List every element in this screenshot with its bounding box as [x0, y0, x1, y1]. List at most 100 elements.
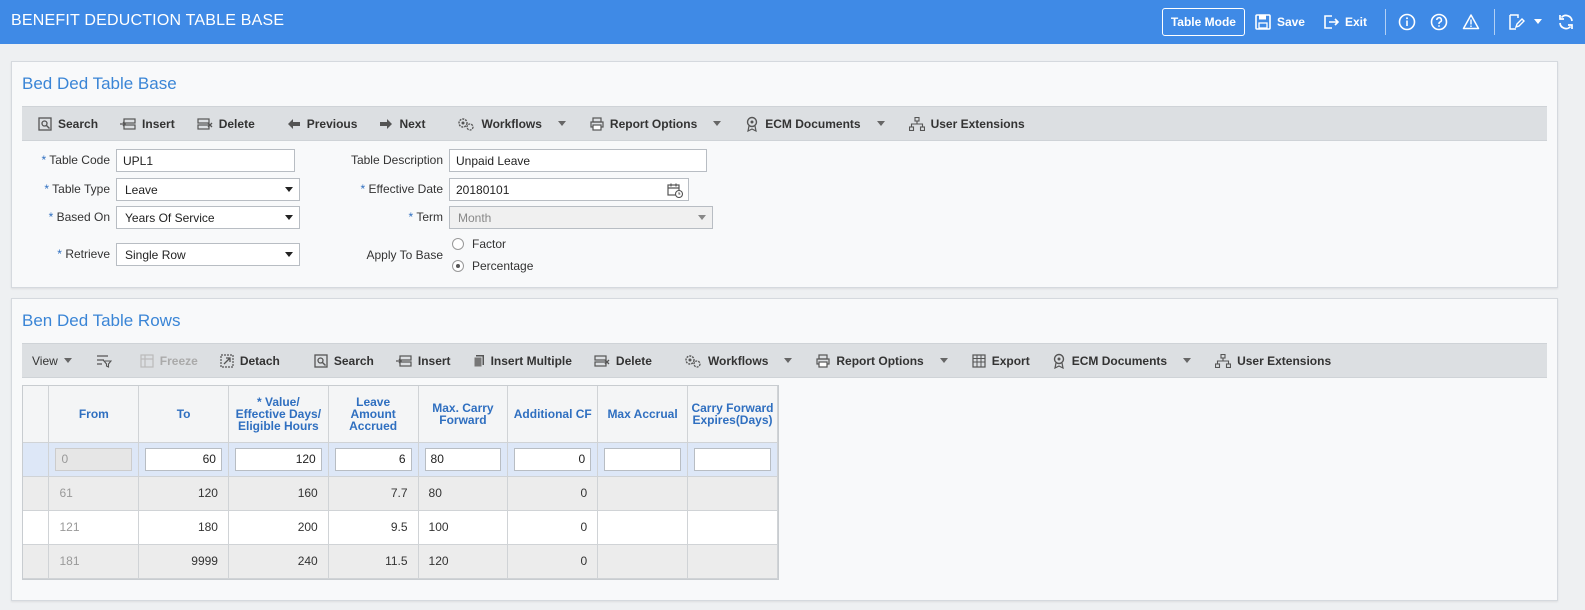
cf-expires-input[interactable]: [693, 447, 771, 471]
cell-leave-amount: 9.5: [328, 510, 419, 545]
column-header-label: To: [176, 406, 191, 421]
table-type-select[interactable]: Leave: [116, 178, 300, 201]
report-options-button[interactable]: Report Options: [816, 353, 924, 368]
table-description-input[interactable]: Unpaid Leave: [449, 149, 707, 172]
chevron-down-icon[interactable]: [1533, 18, 1543, 26]
table-mode-button[interactable]: Table Mode: [1161, 8, 1245, 36]
ecm-documents-dropdown-caret[interactable]: [876, 121, 885, 126]
warning-icon[interactable]: [1462, 13, 1480, 31]
max-accrual-input[interactable]: [604, 447, 681, 471]
report-options-dropdown-caret[interactable]: [713, 121, 722, 126]
cell-additional-cf: 0: [507, 510, 599, 545]
detach-button[interactable]: Detach: [220, 354, 280, 368]
insert-multiple-icon: [473, 354, 484, 367]
cell-cf-expires: [687, 476, 779, 511]
save-button[interactable]: Save: [1255, 14, 1305, 30]
report-options-label: Report Options: [836, 353, 924, 368]
column-header-leave-amount[interactable]: Leave Amount Accrued: [328, 386, 419, 443]
value-input[interactable]: 120: [234, 447, 322, 471]
user-extensions-button[interactable]: User Extensions: [1215, 353, 1331, 368]
user-extensions-button[interactable]: User Extensions: [908, 116, 1025, 131]
search-button[interactable]: Search: [38, 117, 98, 131]
row-selector[interactable]: [23, 476, 50, 511]
row-selector[interactable]: [23, 510, 50, 545]
to-input[interactable]: 60: [145, 447, 222, 471]
column-header-cf-expires[interactable]: Carry Forward Expires(Days): [687, 386, 779, 443]
column-header-value[interactable]: * Value/Effective Days/Eligible Hours: [228, 386, 329, 443]
table-rows-panel: Ben Ded Table Rows View Freeze Detach Se…: [11, 298, 1558, 601]
effective-date-input[interactable]: 20180101: [449, 178, 689, 201]
column-header-additional-cf[interactable]: Additional CF: [507, 386, 599, 443]
edit-icon[interactable]: [1507, 13, 1525, 31]
report-options-dropdown-caret[interactable]: [939, 358, 948, 363]
radio-factor[interactable]: Factor: [452, 237, 506, 251]
retrieve-label-text: Retrieve: [65, 247, 110, 261]
delete-label: Delete: [615, 353, 652, 368]
table-description-label: Table Description: [350, 153, 443, 167]
additional-cf-input[interactable]: 0: [514, 447, 592, 471]
based-on-select[interactable]: Years Of Service: [116, 206, 300, 229]
insert-icon: [120, 117, 136, 130]
ecm-documents-label: ECM Documents: [765, 116, 861, 131]
ecm-documents-dropdown-caret[interactable]: [1183, 358, 1192, 363]
table-row[interactable]: 121 180 200 9.5 100 0: [23, 510, 779, 545]
save-label: Save: [1276, 15, 1305, 29]
help-icon[interactable]: [1430, 13, 1448, 31]
ecm-documents-button[interactable]: ECM Documents: [1052, 353, 1167, 369]
retrieve-select[interactable]: Single Row: [116, 243, 300, 266]
required-marker: *: [44, 182, 50, 196]
max-carry-forward-input[interactable]: 80: [424, 447, 502, 471]
row-selector[interactable]: [23, 544, 50, 579]
report-options-label: Report Options: [609, 116, 698, 131]
refresh-icon[interactable]: [1557, 13, 1575, 31]
cell-to: 180: [138, 510, 229, 545]
cell-leave-amount: 7.7: [328, 476, 419, 511]
table-row-editing[interactable]: 0 60 120 6 80 0: [23, 442, 779, 477]
delete-button[interactable]: Delete: [594, 354, 652, 368]
column-header-max-carry-forward[interactable]: Max. Carry Forward: [418, 386, 509, 443]
workflows-dropdown-caret[interactable]: [557, 121, 566, 126]
ecm-documents-button[interactable]: ECM Documents: [745, 116, 861, 132]
previous-label: Previous: [306, 116, 358, 131]
next-button[interactable]: Next: [379, 117, 425, 131]
based-on-value: Years Of Service: [125, 211, 215, 225]
search-button[interactable]: Search: [314, 354, 374, 368]
term-label: * Term: [312, 210, 443, 224]
term-select: Month: [449, 206, 713, 229]
column-header-max-accrual[interactable]: Max Accrual: [597, 386, 688, 443]
report-options-button[interactable]: Report Options: [590, 117, 697, 131]
detach-label: Detach: [239, 353, 280, 368]
term-value: Month: [458, 211, 492, 225]
chevron-down-icon: [285, 215, 293, 220]
workflows-button[interactable]: Workflows: [457, 117, 542, 131]
column-header-to[interactable]: To: [138, 386, 229, 443]
radio-percentage[interactable]: Percentage: [452, 259, 533, 273]
table-type-value: Leave: [125, 183, 158, 197]
calendar-icon[interactable]: [667, 182, 683, 198]
save-icon: [1255, 14, 1271, 30]
export-button[interactable]: Export: [972, 354, 1030, 368]
table-row[interactable]: 61 120 160 7.7 80 0: [23, 476, 779, 511]
toolbar-divider: [1494, 9, 1495, 35]
delete-button[interactable]: Delete: [197, 117, 255, 131]
table-row[interactable]: 181 9999 240 11.5 120 0: [23, 544, 779, 579]
workflows-dropdown-caret[interactable]: [784, 358, 793, 363]
previous-button[interactable]: Previous: [287, 116, 358, 131]
cell-leave-amount: 11.5: [328, 544, 419, 579]
cell-max-accrual: [597, 510, 688, 545]
info-icon[interactable]: [1398, 13, 1416, 31]
delete-icon: [594, 354, 610, 367]
column-filter-button[interactable]: [96, 354, 118, 368]
insert-button[interactable]: Insert: [120, 117, 175, 131]
table-code-label-text: Table Code: [49, 153, 110, 167]
leave-amount-input[interactable]: 6: [334, 447, 412, 471]
workflows-button[interactable]: Workflows: [684, 354, 768, 368]
insert-button[interactable]: Insert: [395, 354, 451, 368]
column-header-from[interactable]: From: [48, 386, 140, 443]
view-menu[interactable]: View: [32, 354, 58, 368]
row-selector[interactable]: [23, 442, 50, 477]
insert-multiple-button[interactable]: Insert Multiple: [473, 354, 572, 368]
table-code-input[interactable]: UPL1: [116, 149, 295, 172]
view-dropdown-caret[interactable]: [63, 358, 72, 363]
exit-button[interactable]: Exit: [1323, 14, 1367, 30]
